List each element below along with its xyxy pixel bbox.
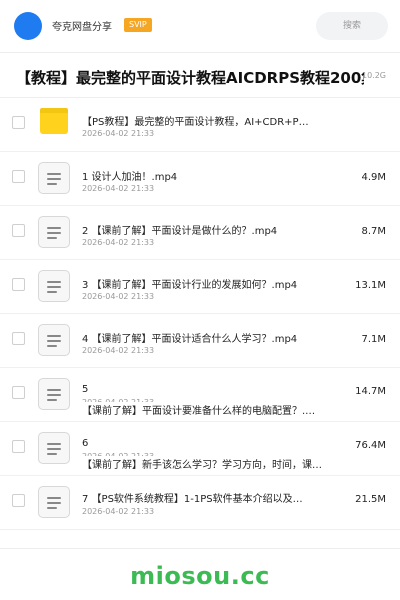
item-checkbox[interactable]: [12, 494, 25, 507]
avatar[interactable]: [14, 12, 42, 40]
file-name: 7 【PS软件系统教程】1-1PS软件基本介绍以及…: [82, 494, 303, 505]
file-size: 8.7M: [361, 226, 386, 237]
file-name: 【PS教程】最完整的平面设计教程，AI+CDR+P…: [82, 117, 309, 128]
list-item[interactable]: 6 2026-04-02 21:33 【课前了解】新手该怎么学习？学习方向，时间…: [0, 422, 400, 476]
file-name-continued: 【课前了解】新手该怎么学习？学习方向，时间，课…: [82, 456, 348, 471]
divider: [0, 548, 400, 549]
list-item[interactable]: 2 【课前了解】平面设计是做什么的？.mp4 2026-04-02 21:33 …: [0, 206, 400, 260]
document-icon: [38, 324, 70, 356]
file-date: 2026-04-02 21:33: [82, 129, 155, 138]
file-name: 5: [82, 384, 89, 395]
item-checkbox[interactable]: [12, 116, 25, 129]
document-icon: [38, 270, 70, 302]
list-item[interactable]: 1 设计人加油！.mp4 2026-04-02 21:33 4.9M: [0, 152, 400, 206]
svip-badge: SVIP: [124, 18, 152, 32]
file-name-continued: 【课前了解】平面设计要准备什么样的电脑配置？.…: [82, 402, 340, 417]
file-date: 2026-04-02 21:33: [82, 292, 155, 301]
file-size: 21.5M: [355, 494, 386, 505]
item-checkbox[interactable]: [12, 386, 25, 399]
file-size: 7.1M: [361, 334, 386, 345]
document-icon: [38, 486, 70, 518]
document-icon: [38, 216, 70, 248]
watermark: miosou.cc: [130, 562, 270, 590]
document-icon: [38, 432, 70, 464]
header: 夸克网盘分享 SVIP 搜索: [0, 0, 400, 52]
file-date: 2026-04-02 21:33: [82, 238, 155, 247]
file-name: 1 设计人加油！.mp4: [82, 172, 178, 183]
file-size: 13.1M: [355, 280, 386, 291]
file-name: 3 【课前了解】平面设计行业的发展如何？.mp4: [82, 280, 298, 291]
item-checkbox[interactable]: [12, 170, 25, 183]
document-icon: [38, 162, 70, 194]
item-checkbox[interactable]: [12, 332, 25, 345]
file-size: 14.7M: [355, 386, 386, 397]
file-date: 2026-04-02 21:33: [82, 184, 155, 193]
total-size: 10.2G: [361, 71, 386, 80]
file-name: 4 【课前了解】平面设计适合什么人学习？.mp4: [82, 334, 298, 345]
list-item[interactable]: 4 【课前了解】平面设计适合什么人学习？.mp4 2026-04-02 21:3…: [0, 314, 400, 368]
list-item-folder[interactable]: 【PS教程】最完整的平面设计教程，AI+CDR+P… 2026-04-02 21…: [0, 98, 400, 152]
file-size: 76.4M: [355, 440, 386, 451]
item-checkbox[interactable]: [12, 224, 25, 237]
file-date: 2026-04-02 21:33: [82, 507, 155, 516]
list-item[interactable]: 7 【PS软件系统教程】1-1PS软件基本介绍以及… 2026-04-02 21…: [0, 476, 400, 530]
file-name: 2 【课前了解】平面设计是做什么的？.mp4: [82, 226, 278, 237]
folder-icon: [40, 108, 68, 134]
file-size: 4.9M: [361, 172, 386, 183]
page-title: 【教程】最完整的平面设计教程AICDRPS教程200集: [16, 69, 364, 87]
search-input[interactable]: 搜索: [316, 12, 388, 40]
username: 夸克网盘分享: [52, 22, 112, 33]
list-item[interactable]: 5 2026-04-02 21:33 【课前了解】平面设计要准备什么样的电脑配置…: [0, 368, 400, 422]
list-item[interactable]: 3 【课前了解】平面设计行业的发展如何？.mp4 2026-04-02 21:3…: [0, 260, 400, 314]
file-name: 6: [82, 438, 89, 449]
file-date: 2026-04-02 21:33: [82, 346, 155, 355]
item-checkbox[interactable]: [12, 278, 25, 291]
item-checkbox[interactable]: [12, 440, 25, 453]
share-title-row: 【教程】最完整的平面设计教程AICDRPS教程200集 10.2G: [0, 53, 400, 97]
document-icon: [38, 378, 70, 410]
